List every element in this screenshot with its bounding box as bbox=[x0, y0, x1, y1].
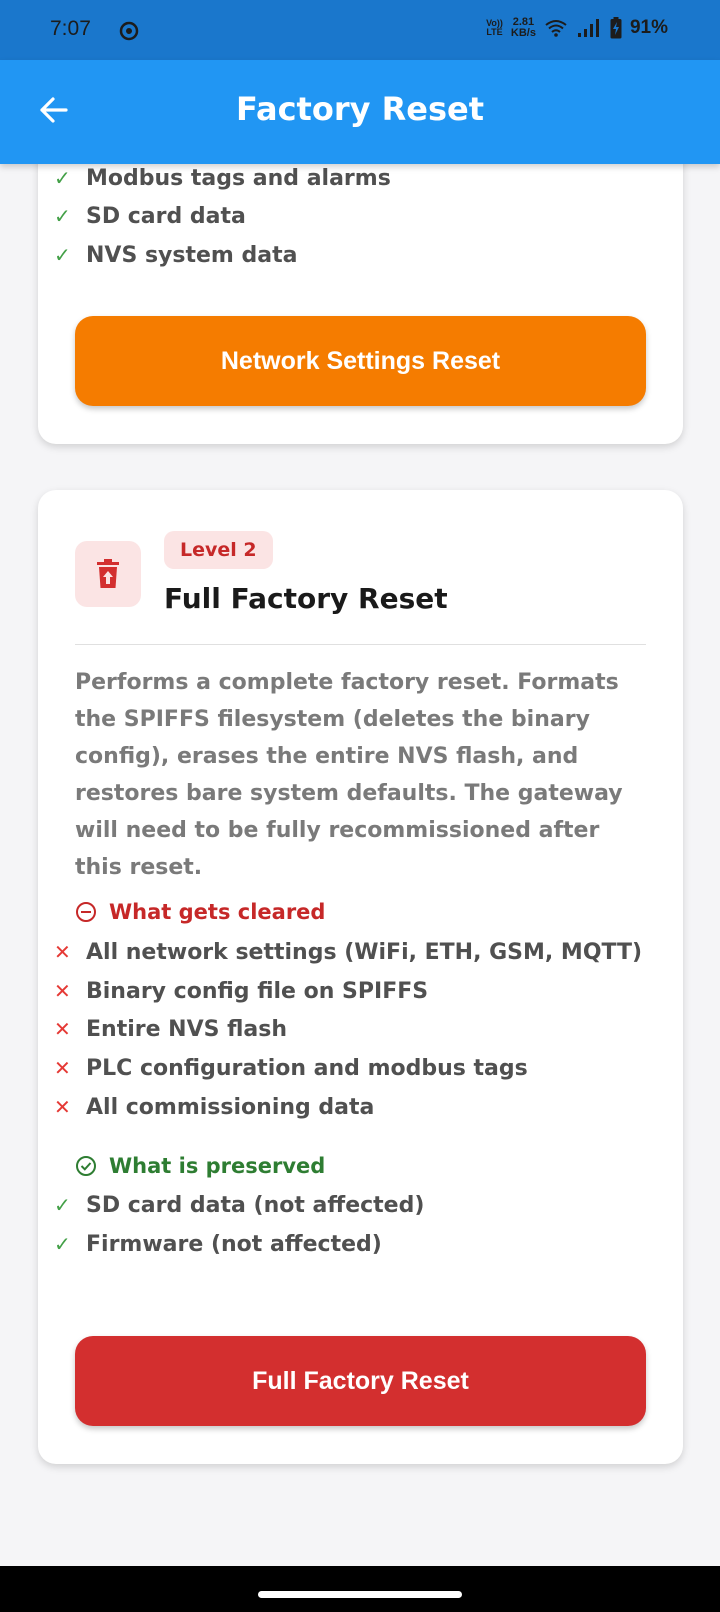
x-icon: ✕ bbox=[54, 979, 71, 1003]
check-icon: ✓ bbox=[54, 1193, 71, 1217]
app-bar: Factory Reset bbox=[0, 60, 720, 164]
x-icon: ✕ bbox=[54, 1017, 71, 1041]
check-circle-icon bbox=[76, 1156, 96, 1176]
volte-indicator: Vo)) LTE bbox=[486, 18, 503, 37]
level-badge: Level 2 bbox=[164, 531, 273, 569]
preserved-item: ✓ SD card data (not affected) bbox=[54, 1193, 425, 1218]
page-title: Factory Reset bbox=[236, 90, 484, 128]
check-icon: ✓ bbox=[54, 1232, 71, 1256]
preserved-header: What is preserved bbox=[75, 1154, 325, 1178]
cleared-item: ✕ All commissioning data bbox=[54, 1095, 375, 1120]
description: Performs a complete factory reset. Forma… bbox=[75, 670, 623, 880]
status-time: 7:07 bbox=[50, 17, 91, 40]
reset-icon-container bbox=[75, 541, 141, 607]
cleared-item: ✕ Binary config file on SPIFFS bbox=[54, 979, 429, 1004]
list-item: ✓ SD card data bbox=[54, 204, 246, 229]
preserved-item: ✓ Firmware (not affected) bbox=[54, 1232, 382, 1257]
full-factory-reset-card: Level 2 Full Factory Reset Performs a co… bbox=[38, 490, 683, 1464]
list-item: ✓ Modbus tags and alarms bbox=[54, 166, 391, 191]
x-icon: ✕ bbox=[54, 1095, 71, 1119]
trash-restore-icon bbox=[97, 559, 119, 588]
wifi-icon bbox=[545, 20, 567, 37]
list-item: ✓ NVS system data bbox=[54, 243, 298, 268]
system-nav-bar bbox=[0, 1566, 720, 1612]
full-factory-reset-button[interactable]: Full Factory Reset bbox=[75, 1336, 646, 1426]
cleared-item: ✕ All network settings (WiFi, ETH, GSM, … bbox=[54, 940, 643, 965]
cleared-item: ✕ PLC configuration and modbus tags bbox=[54, 1056, 528, 1081]
battery-charging-icon bbox=[610, 17, 622, 39]
card-title: Full Factory Reset bbox=[164, 582, 448, 615]
network-settings-reset-button[interactable]: Network Settings Reset bbox=[75, 316, 646, 406]
battery-percent: 91% bbox=[629, 17, 668, 38]
minus-circle-icon bbox=[76, 902, 96, 922]
check-icon: ✓ bbox=[54, 166, 71, 190]
check-icon: ✓ bbox=[54, 204, 71, 228]
signal-icon bbox=[577, 19, 599, 37]
network-reset-card: ✓ Modbus tags and alarms ✓ SD card data … bbox=[38, 120, 683, 444]
x-icon: ✕ bbox=[54, 940, 71, 964]
network-speed: 2.81 KB/s bbox=[510, 16, 536, 39]
cleared-header: What gets cleared bbox=[75, 900, 325, 924]
sync-icon bbox=[119, 21, 139, 41]
status-bar: 7:07 Vo)) LTE 2.81 KB/s 91% bbox=[0, 0, 720, 60]
check-icon: ✓ bbox=[54, 243, 71, 267]
home-gesture-handle[interactable] bbox=[258, 1591, 462, 1598]
x-icon: ✕ bbox=[54, 1056, 71, 1080]
divider bbox=[75, 644, 646, 645]
cleared-item: ✕ Entire NVS flash bbox=[54, 1017, 288, 1042]
